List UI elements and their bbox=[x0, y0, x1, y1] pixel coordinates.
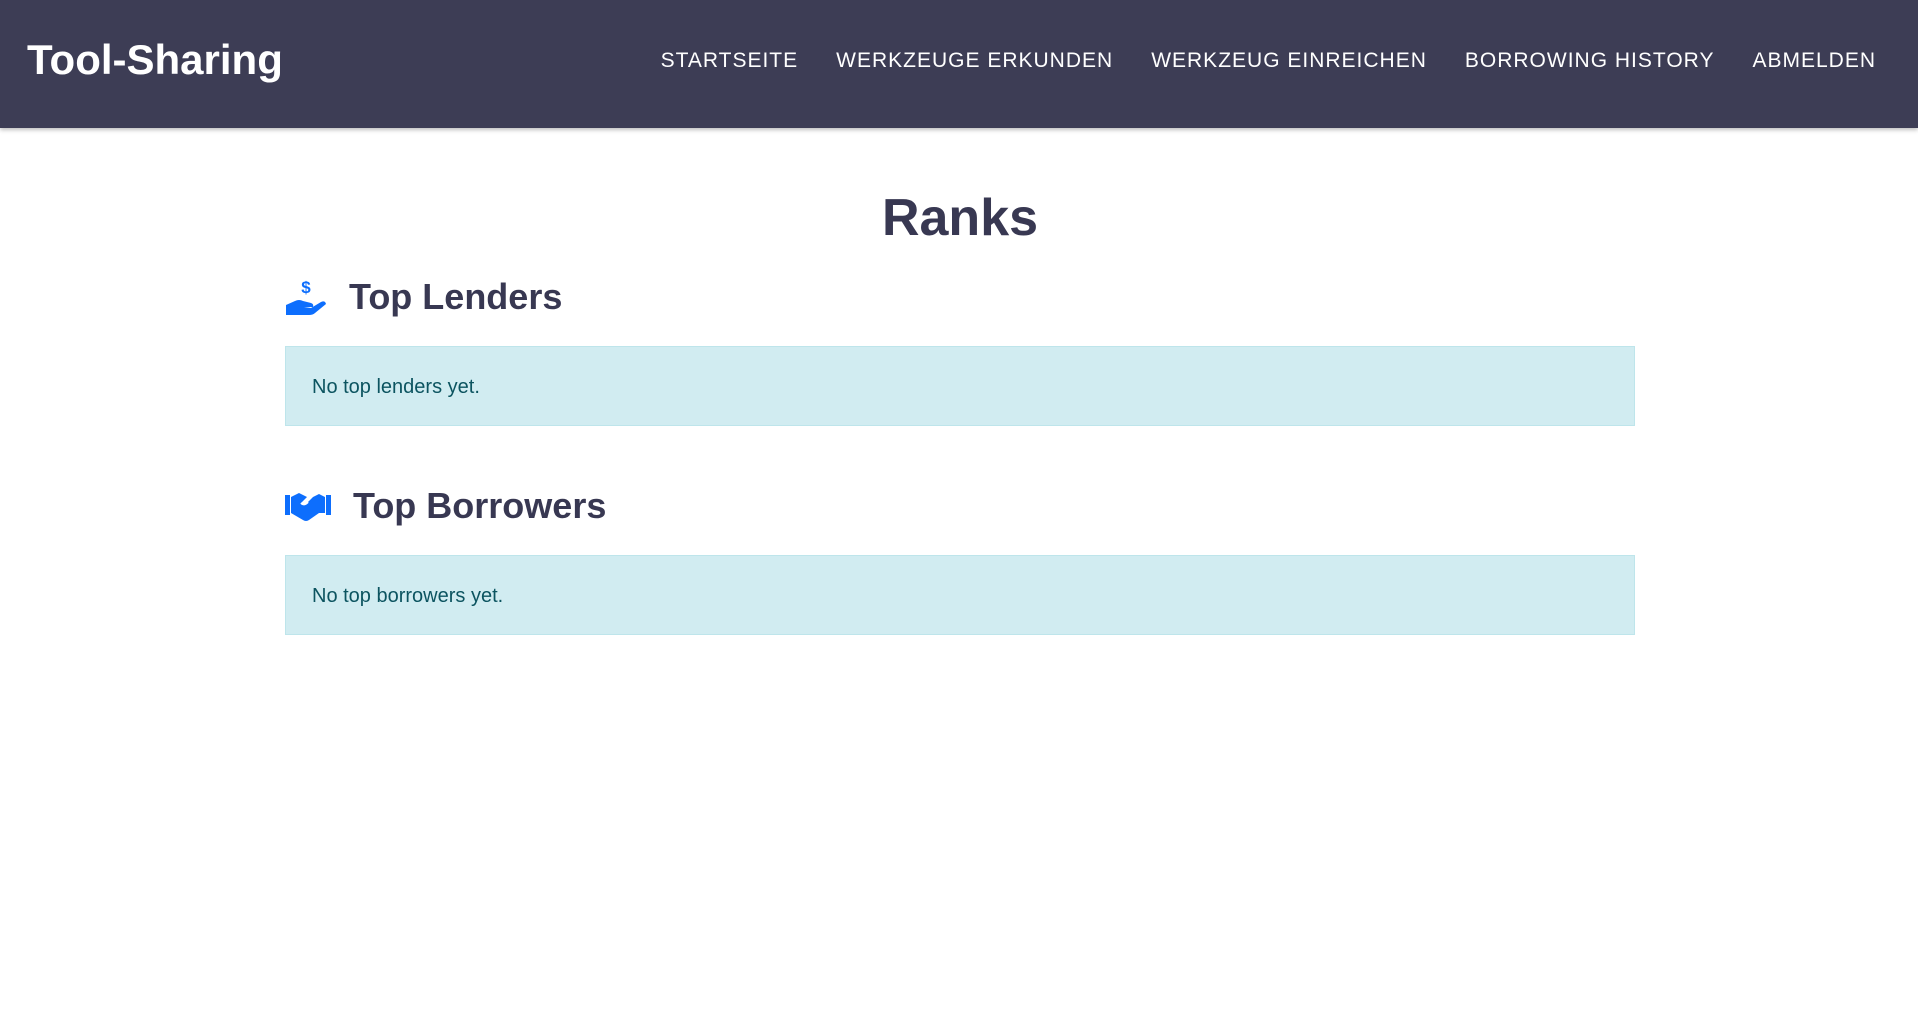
nav-werkzeug-einreichen[interactable]: Werkzeug einreichen bbox=[1151, 48, 1427, 74]
top-borrowers-empty-alert: No top borrowers yet. bbox=[285, 555, 1635, 635]
top-lenders-empty-message: No top lenders yet. bbox=[312, 376, 480, 398]
brand-logo[interactable]: Tool-Sharing bbox=[27, 35, 283, 85]
nav-werkzeuge-erkunden[interactable]: Werkzeuge erkunden bbox=[836, 48, 1113, 74]
nav-startseite[interactable]: Startseite bbox=[661, 48, 799, 74]
top-borrowers-heading: Top Borrowers bbox=[285, 485, 606, 527]
svg-text:$: $ bbox=[301, 278, 311, 297]
navbar: Tool-Sharing Startseite Werkzeuge erkund… bbox=[0, 0, 1918, 128]
nav-abmelden[interactable]: Abmelden bbox=[1752, 48, 1876, 74]
top-lenders-title: Top Lenders bbox=[349, 276, 563, 317]
nav-borrowing-history[interactable]: Borrowing History bbox=[1465, 48, 1715, 74]
nav-links: Startseite Werkzeuge erkunden Werkzeug e… bbox=[661, 48, 1876, 74]
hand-holding-dollar-icon: $ bbox=[285, 277, 327, 317]
handshake-icon bbox=[285, 489, 331, 523]
top-borrowers-empty-message: No top borrowers yet. bbox=[312, 585, 504, 607]
top-lenders-empty-alert: No top lenders yet. bbox=[285, 346, 1635, 426]
top-lenders-heading: $ Top Lenders bbox=[285, 276, 562, 318]
top-borrowers-title: Top Borrowers bbox=[353, 485, 607, 526]
page-title: Ranks bbox=[881, 189, 1039, 247]
